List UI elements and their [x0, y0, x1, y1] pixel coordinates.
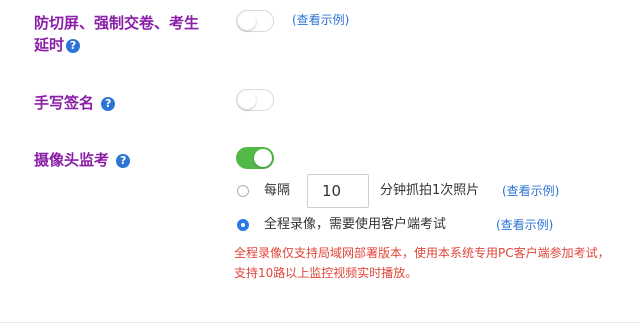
anti-switch-example-link[interactable]: (查看示例): [292, 11, 349, 29]
help-icon[interactable]: ?: [66, 39, 81, 53]
camera-label-row: 摄像头监考 ?: [34, 149, 131, 171]
full-recording-text: 全程录像，需要使用客户端考试: [264, 217, 447, 232]
anti-switch-toggle[interactable]: [236, 10, 274, 32]
full-recording-example-link[interactable]: (查看示例): [496, 216, 553, 234]
section-divider: [0, 322, 640, 323]
full-recording-radio[interactable]: [237, 219, 249, 231]
anti-switch-label-line2: 延时: [34, 36, 65, 54]
interval-suffix: 分钟抓拍1次照片: [380, 183, 480, 198]
toggle-knob: [254, 149, 272, 167]
help-icon[interactable]: ?: [116, 154, 131, 168]
help-icon[interactable]: ?: [101, 97, 116, 111]
camera-toggle[interactable]: [236, 147, 274, 169]
recording-warning-note: 全程录像仅支持局域网部署版本，使用本系统专用PC客户端参加考试，支持10路以上监…: [234, 246, 610, 280]
toggle-knob: [238, 12, 256, 30]
anti-switch-label-line1: 防切屏、强制交卷、考生: [34, 14, 200, 32]
interval-minutes-input[interactable]: 10: [307, 174, 369, 208]
toggle-knob: [238, 91, 256, 109]
signature-toggle[interactable]: [236, 89, 274, 111]
interval-prefix: 每隔: [264, 183, 291, 198]
interval-capture-radio[interactable]: [237, 185, 249, 197]
signature-label-row: 手写签名 ?: [34, 92, 116, 114]
interval-example-link[interactable]: (查看示例): [502, 182, 559, 200]
camera-label: 摄像头监考: [34, 151, 110, 169]
signature-label: 手写签名: [34, 94, 95, 112]
exam-settings-panel: 防切屏、强制交卷、考生 延时? (查看示例) 手写签名 ? 摄像头监考 ? 每隔…: [0, 0, 640, 334]
anti-switch-label: 防切屏、强制交卷、考生 延时?: [34, 12, 199, 56]
